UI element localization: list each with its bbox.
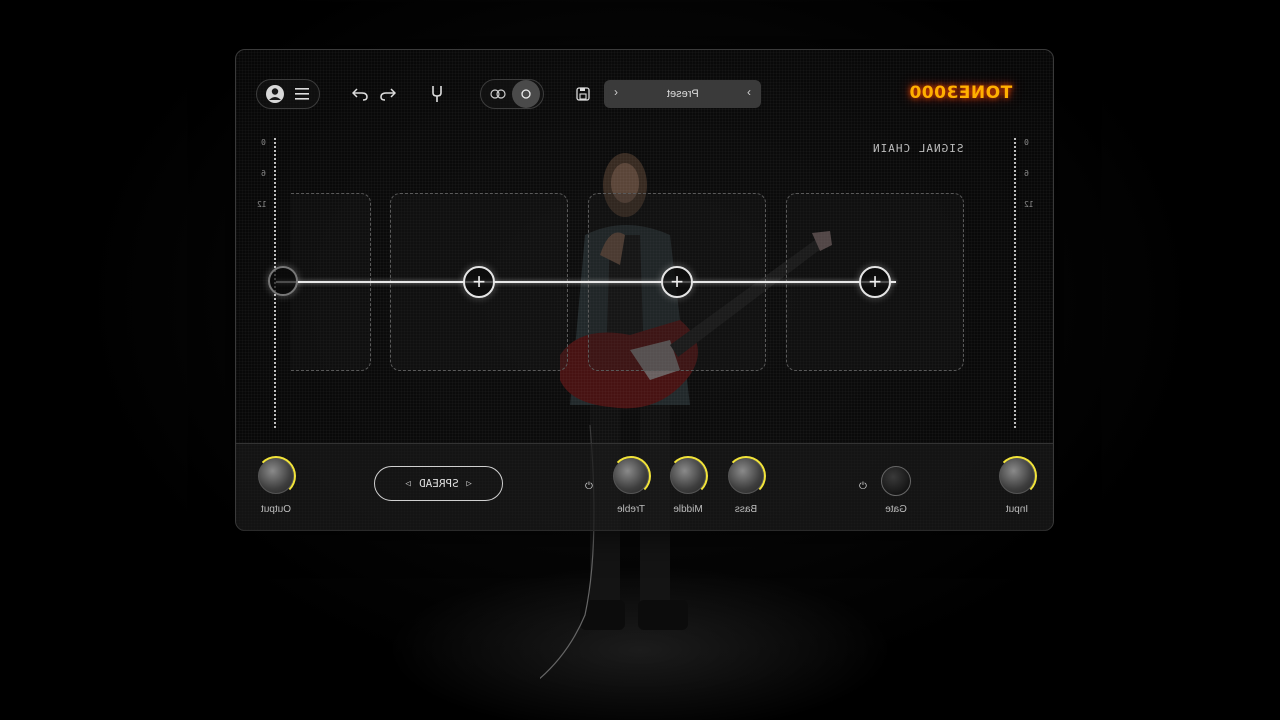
spread-label: SPREAD (418, 477, 459, 490)
output-label: Output (260, 504, 292, 515)
mono-mode-icon[interactable] (512, 80, 540, 108)
plugin-window: › Preset ‹ TONE3000 SIGNAL CHAIN 0 6 12 … (235, 49, 1054, 531)
meter-tick: 0 (1024, 138, 1029, 147)
meter-tick: 6 (1024, 169, 1029, 178)
signal-chain-title: SIGNAL CHAIN (872, 142, 964, 155)
app-logo: TONE3000 (909, 83, 1013, 103)
preset-prev-arrow[interactable]: › (614, 85, 618, 99)
meter-dots (1014, 138, 1016, 428)
output-knob[interactable] (256, 456, 296, 496)
user-circle-icon[interactable] (261, 80, 289, 108)
input-meter: 0 6 12 (1006, 138, 1034, 428)
power-icon[interactable]: ⏻ (859, 481, 867, 492)
redo-icon[interactable] (374, 80, 402, 108)
treble-knob[interactable] (611, 456, 651, 496)
tuning-fork-icon[interactable] (423, 80, 451, 108)
spread-button[interactable]: ◁ SPREAD ▷ (374, 466, 503, 501)
add-block-button[interactable]: + (463, 266, 495, 298)
spread-left-icon: ◁ (405, 478, 411, 489)
undo-icon[interactable] (346, 80, 374, 108)
spread-right-icon: ▷ (466, 478, 472, 489)
top-toolbar: › Preset ‹ TONE3000 (236, 50, 1053, 140)
middle-label: Middle (673, 504, 703, 515)
input-knob[interactable] (997, 456, 1037, 496)
stereo-mode-icon[interactable] (484, 80, 512, 108)
preset-label: Preset (666, 88, 699, 100)
input-label: Input (1005, 504, 1029, 515)
meter-tick: 6 (261, 169, 266, 178)
bass-knob[interactable] (726, 456, 766, 496)
signal-path-line (276, 281, 896, 283)
preset-next-arrow[interactable]: ‹ (747, 85, 751, 99)
hamburger-icon[interactable] (288, 80, 316, 108)
power-icon[interactable]: ⏻ (585, 481, 593, 492)
add-block-button[interactable]: + (661, 266, 693, 298)
meter-tick: 12 (1024, 200, 1034, 209)
gate-knob[interactable] (881, 466, 911, 496)
meter-tick: 12 (257, 200, 267, 209)
gate-label: Gate (885, 504, 907, 515)
meter-tick: 0 (261, 138, 266, 147)
signal-start-node (268, 266, 298, 296)
add-block-button[interactable]: + (859, 266, 891, 298)
save-icon[interactable] (569, 80, 597, 108)
treble-label: Treble (617, 504, 645, 515)
middle-knob[interactable] (668, 456, 708, 496)
preset-selector[interactable]: › Preset ‹ (604, 80, 761, 108)
bass-label: Bass (734, 504, 758, 515)
